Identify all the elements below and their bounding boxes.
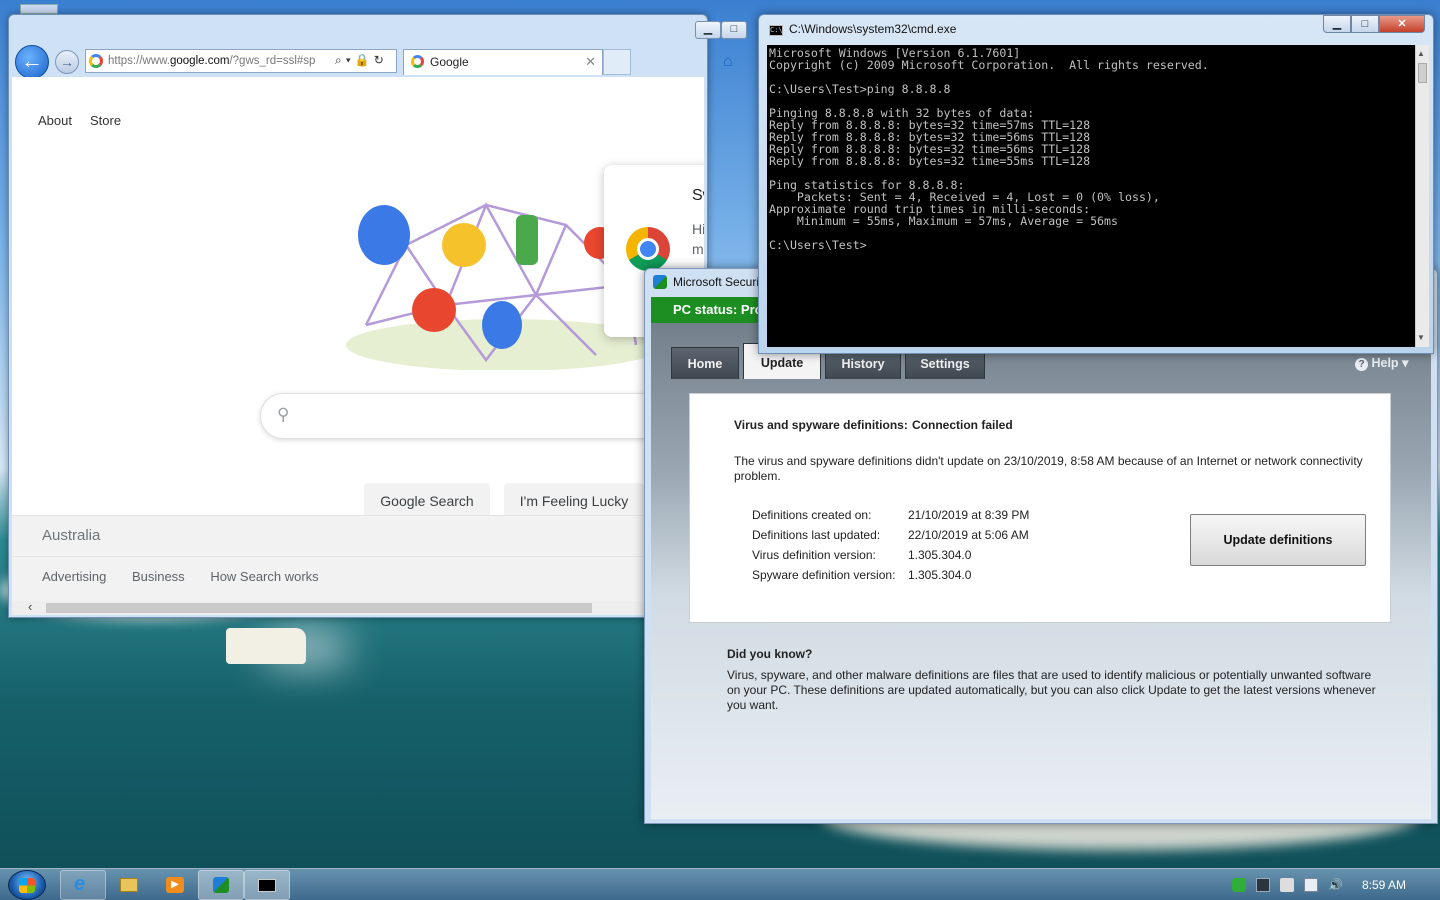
console-line: Copyright (c) 2009 Microsoft Corporation…: [769, 58, 1209, 72]
mse-title: Microsoft Securi: [673, 275, 760, 289]
console-line: C:\Users\Test>: [769, 238, 867, 252]
virus-version-label: Virus definition version:: [752, 548, 876, 562]
cmd-taskbar-icon: [258, 879, 276, 892]
action-center-icon[interactable]: [1280, 878, 1294, 892]
help-icon: ?: [1355, 358, 1368, 371]
cmd-window[interactable]: C:\ C:\Windows\system32\cmd.exe ▁ □ ✕ Mi…: [758, 14, 1434, 354]
tab-title: Google: [430, 55, 469, 69]
search-icon: ⚲: [277, 405, 290, 424]
mse-shield-icon: [653, 275, 667, 289]
help-menu[interactable]: ? Help ▾: [1355, 355, 1408, 371]
country-label: Australia: [12, 515, 704, 557]
vm-tray-icon[interactable]: [1256, 878, 1270, 892]
url-rest: /?gws_rd=ssl#sp: [229, 55, 316, 67]
dyk-text: Virus, spyware, and other malware defini…: [727, 668, 1376, 712]
console-output[interactable]: Microsoft Windows [Version 6.1.7601] Copy…: [767, 45, 1415, 347]
update-definitions-button[interactable]: Update definitions: [1190, 514, 1366, 566]
definitions-card: Virus and spyware definitions: Connectio…: [689, 393, 1391, 623]
defs-updated-label: Definitions last updated:: [752, 528, 881, 542]
ie-icon: e: [74, 873, 86, 895]
did-you-know: Did you know? Virus, spyware, and other …: [727, 647, 1387, 713]
spyware-version-value: 1.305.304.0: [908, 568, 972, 582]
taskbar-explorer[interactable]: [106, 870, 152, 900]
chrome-logo-icon: [626, 227, 670, 271]
scrollbar-thumb[interactable]: [46, 603, 592, 613]
url-prefix: https://www.: [108, 55, 170, 67]
new-tab-button[interactable]: [603, 49, 631, 75]
tab-favicon-icon: [411, 55, 424, 68]
start-button[interactable]: [8, 870, 46, 900]
business-link[interactable]: Business: [132, 569, 185, 584]
recycle-bin-icon[interactable]: [20, 4, 58, 14]
desktop-ferry: [226, 628, 306, 664]
search-input[interactable]: ⚲: [260, 393, 704, 439]
scroll-down-icon[interactable]: ▼: [1417, 333, 1425, 342]
feeling-lucky-button[interactable]: I'm Feeling Lucky: [504, 483, 644, 519]
media-player-icon: ▶: [166, 877, 184, 893]
defs-label: Virus and spyware definitions:: [734, 418, 908, 432]
taskbar-cmd[interactable]: [244, 870, 290, 900]
tab-google[interactable]: Google ✕: [403, 49, 603, 75]
windows-logo-icon: [19, 878, 35, 893]
console-line: Minimum = 55ms, Maximum = 57ms, Average …: [769, 214, 1119, 228]
console-line: C:\Users\Test>ping 8.8.8.8: [769, 82, 951, 96]
advertising-link[interactable]: Advertising: [42, 569, 106, 584]
about-link[interactable]: About: [38, 113, 72, 128]
cmd-icon: C:\: [769, 25, 783, 36]
ie-minimize-button[interactable]: ▁: [695, 21, 721, 39]
chrome-popup-title: Switch to: [692, 187, 704, 204]
ie-window[interactable]: ▁ □ ← → https://www.google.com/?gws_rd=s…: [8, 14, 747, 618]
ie-maximize-button[interactable]: □: [721, 21, 747, 39]
network-icon[interactable]: [1304, 878, 1318, 892]
help-label: Help: [1371, 356, 1399, 370]
chrome-popup-line2: malware o: [692, 241, 704, 257]
cmd-vertical-scrollbar[interactable]: ▲ ▼: [1415, 45, 1429, 347]
taskbar-security-essentials[interactable]: [198, 870, 244, 900]
defs-created-label: Definitions created on:: [752, 508, 872, 522]
google-search-button[interactable]: Google Search: [364, 483, 490, 519]
taskbar: e ▶ 🔊 8:59 AM: [0, 868, 1440, 900]
google-favicon-icon: [89, 54, 103, 68]
chevron-down-icon: ▾: [1402, 356, 1409, 370]
back-button[interactable]: ←: [15, 45, 49, 79]
scroll-left-icon[interactable]: ‹: [28, 599, 32, 614]
taskbar-media-player[interactable]: ▶: [152, 870, 198, 900]
how-search-works-link[interactable]: How Search works: [210, 569, 318, 584]
console-line: Reply from 8.8.8.8: bytes=32 time=55ms T…: [769, 154, 1091, 168]
mse-taskbar-icon: [213, 877, 229, 893]
store-link[interactable]: Store: [90, 113, 121, 128]
tab-close-icon[interactable]: ✕: [585, 50, 596, 74]
dyk-title: Did you know?: [727, 647, 813, 661]
virus-version-value: 1.305.304.0: [908, 548, 972, 562]
address-tools-icon[interactable]: ⌕▾🔒↻: [335, 53, 388, 68]
chrome-popup-line1: Hide anno: [692, 221, 704, 237]
horizontal-scrollbar[interactable]: ‹: [12, 599, 704, 615]
cmd-title: C:\Windows\system32\cmd.exe: [789, 22, 957, 36]
home-icon[interactable]: ⌂: [723, 53, 733, 71]
security-tray-icon[interactable]: [1232, 878, 1246, 892]
cmd-scroll-thumb[interactable]: [1418, 63, 1427, 83]
scroll-up-icon[interactable]: ▲: [1417, 49, 1425, 58]
defs-updated-value: 22/10/2019 at 5:06 AM: [908, 528, 1029, 542]
folder-icon: [120, 878, 138, 892]
taskbar-ie[interactable]: e: [60, 870, 106, 900]
defs-status: Connection failed: [912, 418, 1013, 432]
defs-created-value: 21/10/2019 at 8:39 PM: [908, 508, 1030, 522]
clock[interactable]: 8:59 AM: [1362, 878, 1406, 892]
url-host: google.com: [170, 55, 230, 67]
update-failed-message: The virus and spyware definitions didn't…: [734, 454, 1363, 483]
web-page: About Store Gr Switch to Hide anno: [12, 77, 704, 615]
cmd-close-button[interactable]: ✕: [1379, 15, 1425, 33]
spyware-version-label: Spyware definition version:: [752, 568, 896, 582]
volume-icon[interactable]: 🔊: [1328, 878, 1344, 892]
footer-links: Advertising Business How Search works: [12, 557, 704, 601]
tab-home[interactable]: Home: [671, 347, 739, 379]
forward-button[interactable]: →: [55, 50, 79, 74]
cmd-minimize-button[interactable]: ▁: [1323, 15, 1351, 33]
mse-content: Home Update History Settings ? Help ▾ Vi…: [651, 323, 1431, 819]
cmd-maximize-button[interactable]: □: [1351, 15, 1379, 33]
